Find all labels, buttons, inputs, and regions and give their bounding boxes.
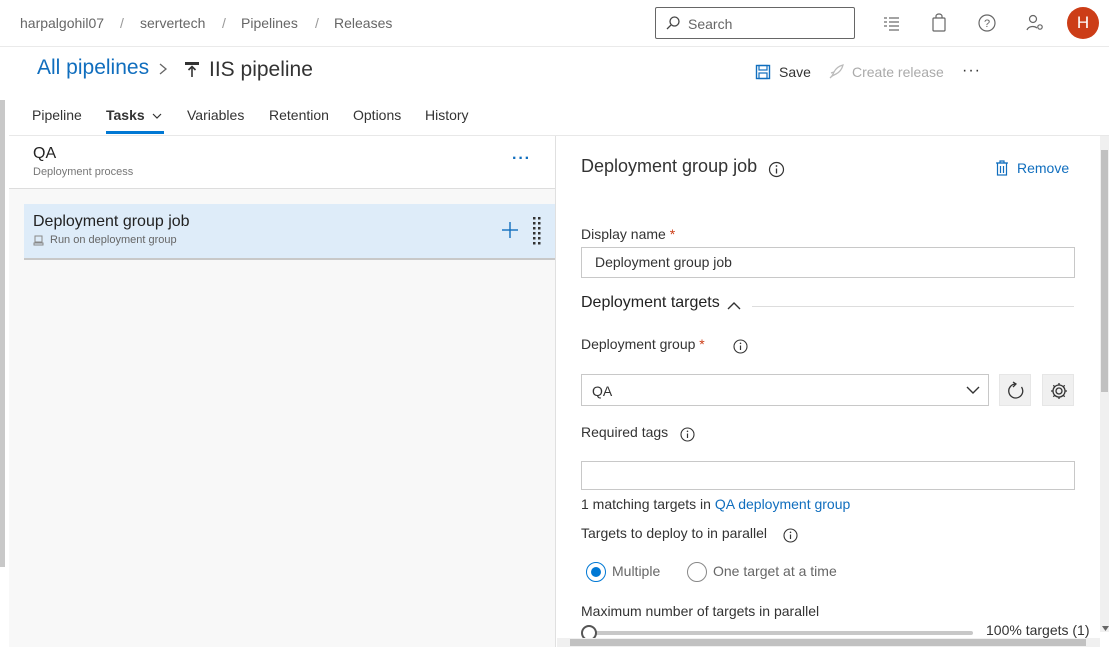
deployment-group-select[interactable]: QA bbox=[581, 374, 989, 406]
chevron-right-icon bbox=[159, 63, 168, 75]
breadcrumb-org[interactable]: harpalgohil07 bbox=[20, 15, 104, 31]
radio-one-at-a-time[interactable] bbox=[687, 562, 707, 582]
marketplace-icon[interactable] bbox=[929, 13, 949, 33]
active-tab-indicator bbox=[106, 131, 164, 134]
svg-text:?: ? bbox=[984, 18, 990, 30]
manage-button[interactable] bbox=[1042, 374, 1074, 406]
deployment-group-value: QA bbox=[592, 383, 613, 399]
info-icon[interactable] bbox=[768, 161, 785, 178]
tab-pipeline[interactable]: Pipeline bbox=[32, 107, 82, 123]
release-pipeline-icon bbox=[185, 62, 199, 77]
search-icon bbox=[666, 16, 680, 30]
stage-name: QA bbox=[33, 145, 57, 162]
breadcrumb-separator: / bbox=[120, 15, 124, 31]
save-icon bbox=[755, 64, 771, 80]
required-tags-field[interactable] bbox=[581, 461, 1075, 490]
deployment-group-label: Deployment group * bbox=[581, 336, 705, 352]
radio-multiple[interactable] bbox=[586, 562, 606, 582]
help-icon[interactable]: ? bbox=[977, 13, 997, 33]
info-icon[interactable] bbox=[783, 528, 798, 543]
max-parallel-label: Maximum number of targets in parallel bbox=[581, 603, 820, 619]
display-name-label: Display name * bbox=[581, 226, 675, 242]
chevron-down-icon bbox=[966, 386, 980, 394]
stage-header[interactable] bbox=[9, 136, 555, 189]
refresh-button[interactable] bbox=[999, 374, 1031, 406]
max-parallel-slider-track[interactable] bbox=[588, 631, 973, 635]
job-name: Deployment group job bbox=[33, 213, 190, 230]
radio-one-at-a-time-label[interactable]: One target at a time bbox=[713, 563, 837, 579]
parallel-targets-label: Targets to deploy to in parallel bbox=[581, 525, 767, 541]
tab-variables[interactable]: Variables bbox=[187, 107, 244, 123]
search-placeholder: Search bbox=[688, 16, 733, 32]
pipeline-title: IIS pipeline bbox=[209, 58, 313, 81]
save-button[interactable]: Save bbox=[755, 63, 811, 81]
left-edge-strip bbox=[0, 100, 5, 567]
server-icon bbox=[33, 235, 44, 246]
deployment-group-link[interactable]: QA deployment group bbox=[715, 496, 850, 512]
required-mark: * bbox=[669, 226, 676, 242]
more-actions-button[interactable]: ··· bbox=[962, 62, 981, 80]
section-divider bbox=[752, 306, 1074, 307]
create-release-label: Create release bbox=[852, 64, 944, 80]
breadcrumb-project[interactable]: servertech bbox=[140, 15, 205, 31]
radio-multiple-label[interactable]: Multiple bbox=[612, 563, 660, 579]
tab-history[interactable]: History bbox=[425, 107, 469, 123]
tab-options[interactable]: Options bbox=[353, 107, 401, 123]
info-icon[interactable] bbox=[733, 339, 748, 354]
search-input[interactable]: Search bbox=[655, 7, 855, 39]
remove-label: Remove bbox=[1017, 160, 1070, 176]
remove-button[interactable]: Remove bbox=[995, 160, 1069, 176]
all-pipelines-link[interactable]: All pipelines bbox=[37, 56, 149, 80]
max-parallel-value: 100% targets (1) bbox=[986, 622, 1090, 638]
display-name-label-text: Display name bbox=[581, 226, 666, 242]
vertical-scrollbar-thumb[interactable] bbox=[1101, 150, 1108, 392]
drag-handle-icon[interactable] bbox=[532, 216, 542, 246]
required-mark: * bbox=[699, 336, 705, 352]
stage-subtitle: Deployment process bbox=[33, 166, 134, 178]
save-label: Save bbox=[779, 64, 811, 80]
job-subtitle: Run on deployment group bbox=[50, 234, 177, 246]
gear-icon bbox=[1051, 383, 1067, 399]
rocket-icon bbox=[829, 64, 844, 79]
breadcrumb-pipelines[interactable]: Pipelines bbox=[241, 15, 298, 31]
display-name-field[interactable]: Deployment group job bbox=[581, 247, 1075, 278]
breadcrumb-separator: / bbox=[315, 15, 319, 31]
user-settings-icon[interactable] bbox=[1025, 13, 1045, 33]
info-icon[interactable] bbox=[680, 427, 695, 442]
required-tags-label: Required tags bbox=[581, 424, 669, 440]
deployment-group-label-text: Deployment group bbox=[581, 336, 696, 352]
horizontal-scrollbar-thumb[interactable] bbox=[570, 639, 1086, 646]
create-release-button[interactable]: Create release bbox=[828, 63, 944, 81]
scroll-down-arrow-icon[interactable] bbox=[1102, 626, 1109, 632]
chevron-down-icon bbox=[152, 113, 161, 119]
trash-icon bbox=[996, 160, 1008, 176]
top-navigation-bar: harpalgohil07 / servertech / Pipelines /… bbox=[0, 0, 1109, 47]
add-task-icon[interactable] bbox=[500, 220, 520, 240]
avatar[interactable]: H bbox=[1067, 7, 1099, 39]
deployment-targets-section-title[interactable]: Deployment targets bbox=[581, 294, 720, 312]
breadcrumb-separator: / bbox=[222, 15, 226, 31]
matching-targets-prefix: 1 matching targets in bbox=[581, 496, 711, 512]
stage-more-button[interactable]: ··· bbox=[512, 150, 531, 168]
tab-tasks[interactable]: Tasks bbox=[106, 107, 162, 123]
details-title: Deployment group job bbox=[581, 156, 758, 176]
refresh-icon bbox=[1008, 381, 1024, 399]
work-items-icon[interactable] bbox=[882, 13, 902, 33]
tab-retention[interactable]: Retention bbox=[269, 107, 329, 123]
tab-tasks-label: Tasks bbox=[106, 107, 145, 123]
chevron-up-icon[interactable] bbox=[727, 301, 741, 311]
breadcrumb-releases[interactable]: Releases bbox=[334, 15, 392, 31]
matching-targets-text: 1 matching targets in QA deployment grou… bbox=[581, 496, 850, 512]
